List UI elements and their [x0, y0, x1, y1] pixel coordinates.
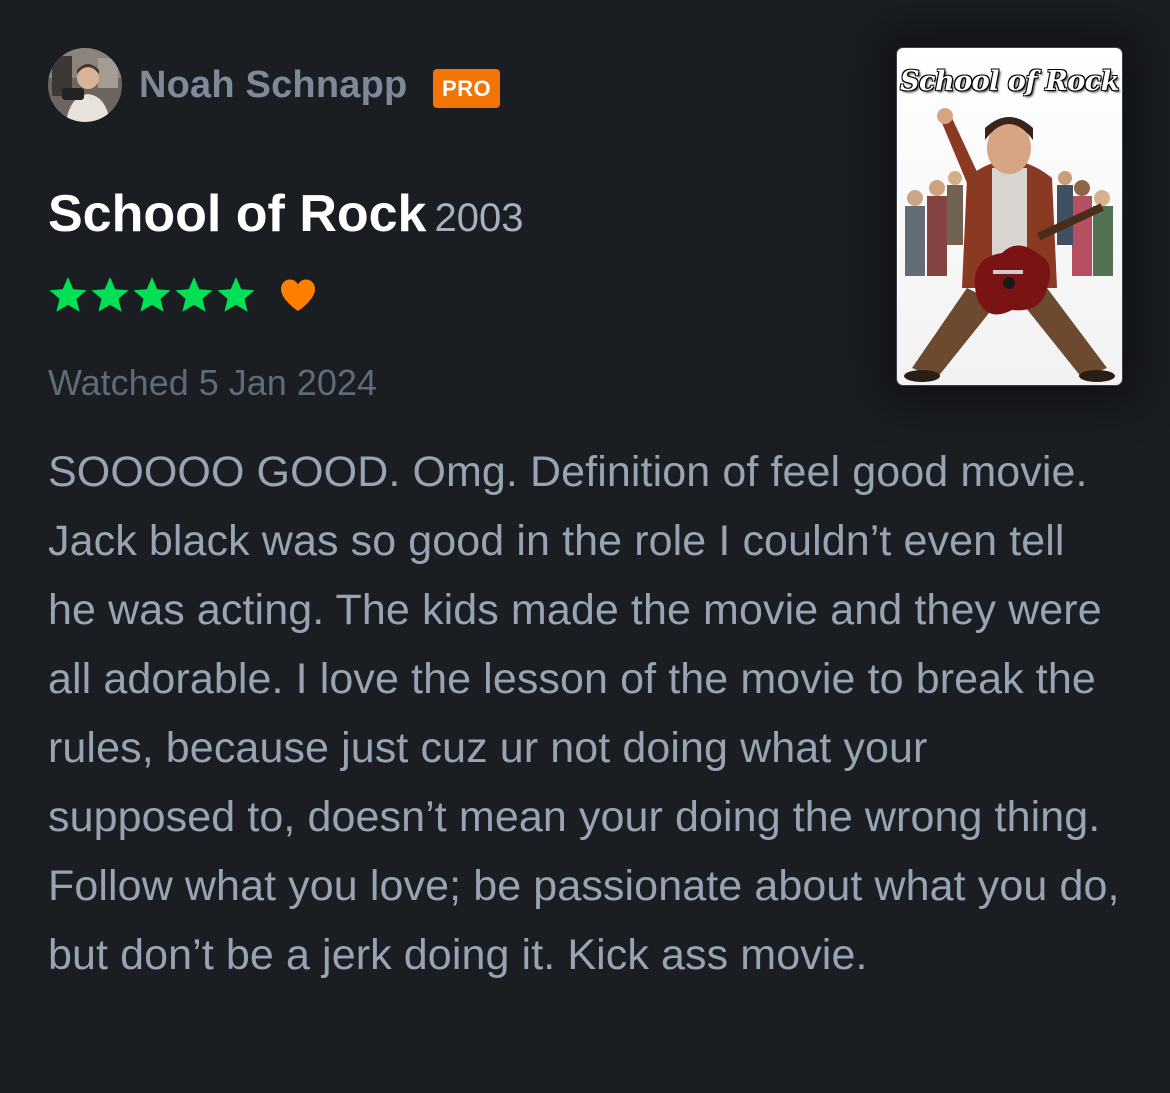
star-icon [133, 277, 171, 312]
heart-icon [281, 279, 315, 311]
film-year[interactable]: 2003 [434, 196, 523, 240]
review-text: SOOOOO GOOD. Omg. Definition of feel goo… [48, 448, 1120, 979]
review-card: Noah Schnapp PRO School of Rock 2003 Watc… [0, 0, 1170, 1093]
rating-row [48, 274, 318, 316]
film-title[interactable]: School of Rock [48, 185, 426, 243]
watched-date: Watched 5 Jan 2024 [48, 362, 377, 403]
film-title-row: School of Rock 2003 [48, 184, 523, 244]
avatar[interactable] [48, 48, 122, 122]
star-rating [48, 275, 256, 315]
poster-title: School of Rock [900, 66, 1119, 97]
star-icon [175, 277, 213, 312]
pro-badge: PRO [433, 69, 501, 108]
film-poster[interactable]: School of Rock [897, 48, 1122, 385]
star-icon [217, 277, 255, 312]
star-icon [49, 277, 87, 312]
star-icon [91, 277, 129, 312]
reviewer-name[interactable]: Noah Schnapp [139, 64, 407, 107]
